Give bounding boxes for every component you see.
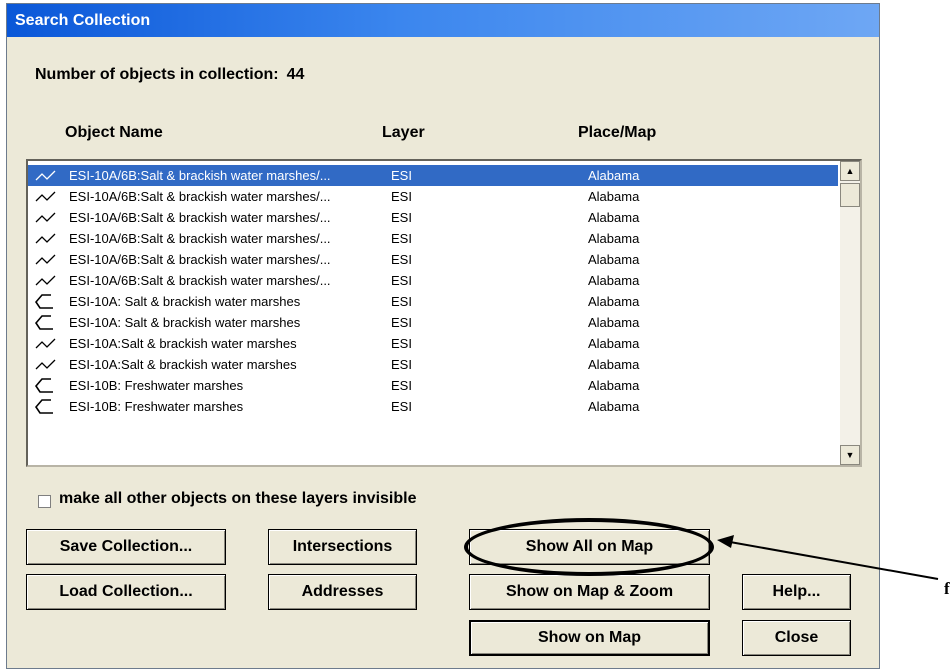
- annotation-arrow: [717, 535, 939, 580]
- annotation-label: f: [944, 579, 950, 598]
